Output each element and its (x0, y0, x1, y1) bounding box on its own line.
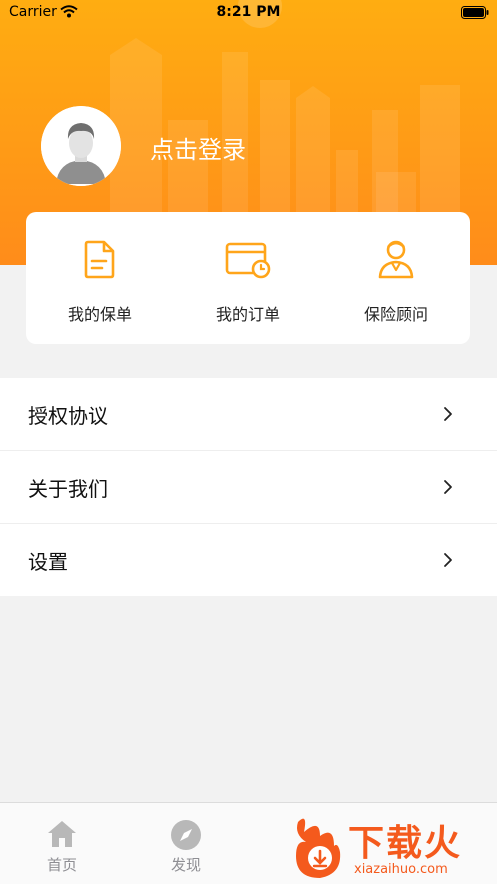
menu-item-label: 授权协议 (28, 404, 108, 428)
my-orders-button[interactable]: 我的订单 (174, 212, 322, 344)
tab-home[interactable]: 首页 (0, 803, 124, 884)
watermark-url: xiazaihuo.com (354, 862, 448, 877)
battery-icon (461, 6, 489, 19)
clock-time: 8:21 PM (216, 4, 281, 20)
menu-item-about-us[interactable]: 关于我们 (0, 451, 497, 524)
tab-discover-label: 发现 (170, 856, 201, 874)
home-icon (48, 821, 76, 847)
chevron-right-icon (444, 480, 452, 494)
default-avatar-icon (41, 106, 121, 186)
menu-item-label: 关于我们 (28, 477, 108, 501)
order-card-icon (225, 242, 271, 279)
tab-discover[interactable]: 发现 (124, 803, 248, 884)
menu-item-label: 设置 (28, 550, 68, 574)
user-avatar[interactable] (41, 106, 121, 186)
watermark-logo: 下载火 xiazaihuo.com (290, 812, 497, 883)
menu-item-settings[interactable]: 设置 (0, 524, 497, 596)
menu-item-authorization-agreement[interactable]: 授权协议 (0, 378, 497, 451)
tab-home-label: 首页 (46, 856, 77, 874)
login-prompt[interactable]: 点击登录 (150, 130, 246, 165)
settings-menu: 授权协议 关于我们 设置 (0, 378, 497, 596)
policy-document-icon (84, 240, 115, 279)
chevron-right-icon (444, 553, 452, 567)
my-orders-label: 我的订单 (215, 305, 280, 324)
status-bar: Carrier 8:21 PM (0, 0, 497, 26)
insurance-advisor-button[interactable]: 保险顾问 (322, 212, 470, 344)
insurance-advisor-label: 保险顾问 (363, 305, 428, 324)
compass-icon (171, 820, 201, 850)
watermark-title: 下载火 (348, 823, 463, 864)
quick-actions-card: 我的保单 我的订单 保险顾问 (26, 212, 470, 344)
advisor-person-icon (378, 240, 414, 279)
my-policies-label: 我的保单 (67, 305, 132, 324)
flame-logo-icon (296, 818, 341, 878)
my-policies-button[interactable]: 我的保单 (26, 212, 174, 344)
chevron-right-icon (444, 407, 452, 421)
